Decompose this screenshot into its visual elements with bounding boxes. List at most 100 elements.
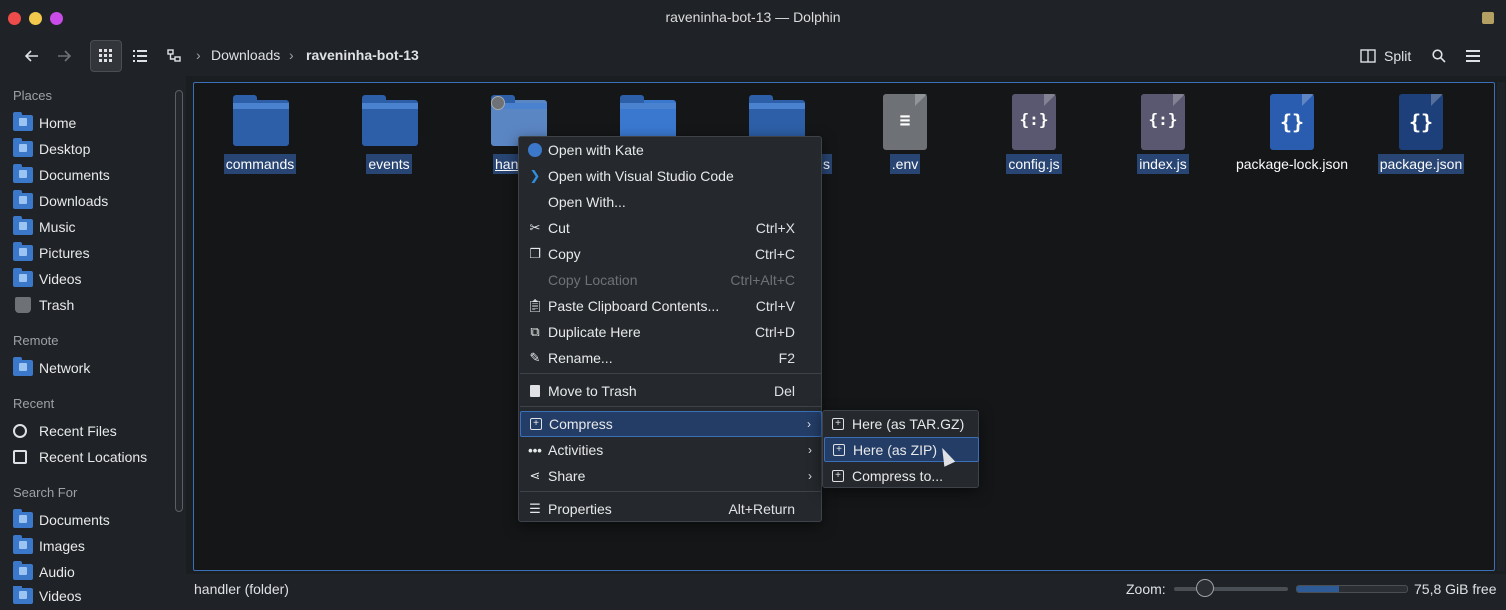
kate-icon [527, 142, 543, 158]
menu-item-open-with-vscode[interactable]: ❯ Open with Visual Studio Code [520, 163, 822, 189]
zoom-slider-track[interactable] [1174, 587, 1288, 591]
menu-item-shortcut: F2 [778, 350, 795, 366]
sidebar-item-label: Downloads [39, 193, 109, 209]
deselect-icon[interactable] [491, 96, 505, 110]
sidebar-item-network[interactable]: Network [13, 356, 173, 380]
file-item-events[interactable]: events [324, 94, 454, 176]
file-name: commands [223, 154, 297, 174]
sidebar-item-label: Music [39, 219, 76, 235]
sidebar-item-label: Images [39, 538, 85, 554]
lock-icon [1482, 12, 1494, 24]
menu-item-copy-location: Copy Location Ctrl+Alt+C [520, 267, 822, 293]
forward-button[interactable] [52, 40, 76, 72]
duplicate-icon: ⧉ [530, 324, 540, 339]
sidebar-item-pictures[interactable]: Pictures [13, 241, 173, 265]
back-button[interactable] [18, 40, 46, 72]
menu-item-label: Open with Visual Studio Code [548, 168, 734, 184]
paste-icon: 📋︎ [526, 298, 544, 313]
folder-icon [233, 95, 289, 146]
menu-item-rename[interactable]: ✎ Rename... F2 [520, 345, 822, 371]
toolbar: › Downloads › raveninha-bot-13 Split [0, 36, 1506, 76]
split-button[interactable]: Split [1360, 40, 1422, 72]
file-item-package-lock-json[interactable]: {} package-lock.json [1227, 94, 1357, 176]
menu-item-compress[interactable]: + Compress › [520, 411, 822, 437]
submenu-item-label: Here (as TAR.GZ) [852, 415, 965, 432]
file-view-scrollbar[interactable] [1497, 82, 1505, 571]
sidebar-item-label: Documents [39, 512, 110, 528]
breadcrumb-downloads[interactable]: Downloads [211, 47, 280, 63]
details-view-button[interactable] [128, 40, 152, 72]
menu-item-move-to-trash[interactable]: Move to Trash Del [520, 378, 822, 404]
submenu-item-here-tar-gz[interactable]: + Here (as TAR.GZ) [824, 411, 979, 436]
menu-item-copy[interactable]: ❐ Copy Ctrl+C [520, 241, 822, 267]
sidebar-item-desktop[interactable]: Desktop [13, 137, 173, 161]
free-space-label: 75,8 GiB free [1414, 581, 1497, 597]
file-item-index-js[interactable]: {:} index.js [1098, 94, 1228, 176]
videos-folder-icon [13, 586, 33, 604]
sidebar-item-search-videos[interactable]: Videos [13, 586, 173, 606]
file-name: .env [889, 154, 921, 174]
file-item-package-json[interactable]: {} package.json [1356, 94, 1486, 176]
sidebar-item-downloads[interactable]: Downloads [13, 189, 173, 213]
menu-item-label: Cut [548, 220, 570, 236]
location-icon [13, 450, 27, 464]
sidebar-scrollbar[interactable] [175, 90, 183, 512]
videos-folder-icon [13, 268, 33, 287]
menu-item-shortcut: Ctrl+D [754, 324, 795, 340]
file-name: han [493, 154, 521, 174]
file-item-commands[interactable]: commands [195, 94, 325, 176]
sidebar-item-search-documents[interactable]: Documents [13, 508, 173, 532]
sidebar-item-label: Videos [39, 271, 82, 287]
sidebar-item-videos[interactable]: Videos [13, 267, 173, 291]
javascript-file-icon: {:} [1141, 94, 1185, 150]
tree-icon [167, 49, 181, 62]
sidebar-item-music[interactable]: Music [13, 215, 173, 239]
hamburger-menu-button[interactable] [1462, 40, 1484, 72]
file-item-env[interactable]: ≡ .env [840, 94, 970, 176]
menu-item-share[interactable]: ⋖ Share › [520, 463, 822, 489]
menu-item-label: Properties [548, 501, 612, 517]
grid-icon [99, 49, 112, 62]
tree-view-button[interactable] [162, 40, 186, 72]
file-item-config-js[interactable]: {:} config.js [969, 94, 1099, 176]
menu-item-cut[interactable]: ✂ Cut Ctrl+X [520, 215, 822, 241]
menu-item-properties[interactable]: ☰ Properties Alt+Return [520, 496, 822, 522]
sidebar-item-documents[interactable]: Documents [13, 163, 173, 187]
search-button[interactable] [1428, 40, 1450, 72]
chevron-right-icon: › [807, 417, 811, 431]
zoom-slider-handle[interactable] [1196, 579, 1214, 597]
menu-item-label: Share [548, 468, 586, 484]
menu-item-open-with[interactable]: Open With... [520, 189, 822, 215]
breadcrumb-current-folder[interactable]: raveninha-bot-13 [306, 47, 419, 63]
menu-item-shortcut: Ctrl+Alt+C [730, 272, 795, 288]
list-icon [133, 50, 147, 62]
sidebar-item-search-audio[interactable]: Audio [13, 560, 173, 584]
title-bar: raveninha-bot-13 — Dolphin [0, 0, 1506, 36]
submenu-item-compress-to[interactable]: + Compress to... [824, 463, 979, 488]
pencil-icon: ✎ [529, 350, 541, 365]
submenu-item-here-zip[interactable]: + Here (as ZIP) [824, 437, 979, 462]
breadcrumb-separator-icon: › [289, 47, 294, 63]
breadcrumb-separator-icon: › [196, 47, 201, 63]
sidebar-item-recent-files[interactable]: Recent Files [13, 419, 173, 443]
file-name: events [366, 154, 412, 174]
menu-item-activities[interactable]: ••• Activities › [520, 437, 822, 463]
javascript-file-icon: {:} [1012, 94, 1056, 150]
recent-section-title: Recent [13, 396, 55, 411]
trash-icon [15, 297, 31, 313]
sidebar-item-recent-locations[interactable]: Recent Locations [13, 445, 173, 469]
selection-status: handler (folder) [194, 581, 289, 597]
compress-icon: + [528, 416, 544, 432]
menu-item-shortcut: Ctrl+C [754, 246, 795, 262]
sidebar-item-search-images[interactable]: Images [13, 534, 173, 558]
menu-item-open-with-kate[interactable]: Open with Kate [520, 137, 822, 163]
icons-view-button[interactable] [90, 40, 122, 72]
file-name: index.js [1137, 154, 1189, 174]
menu-item-duplicate-here[interactable]: ⧉ Duplicate Here Ctrl+D [520, 319, 822, 345]
json-file-icon: {} [1399, 94, 1443, 150]
sidebar-item-trash[interactable]: Trash [13, 293, 173, 317]
menu-item-paste[interactable]: 📋︎ Paste Clipboard Contents... Ctrl+V [520, 293, 822, 319]
sidebar-item-home[interactable]: Home [13, 111, 173, 135]
menu-separator [520, 373, 822, 374]
downloads-folder-icon [13, 190, 33, 209]
